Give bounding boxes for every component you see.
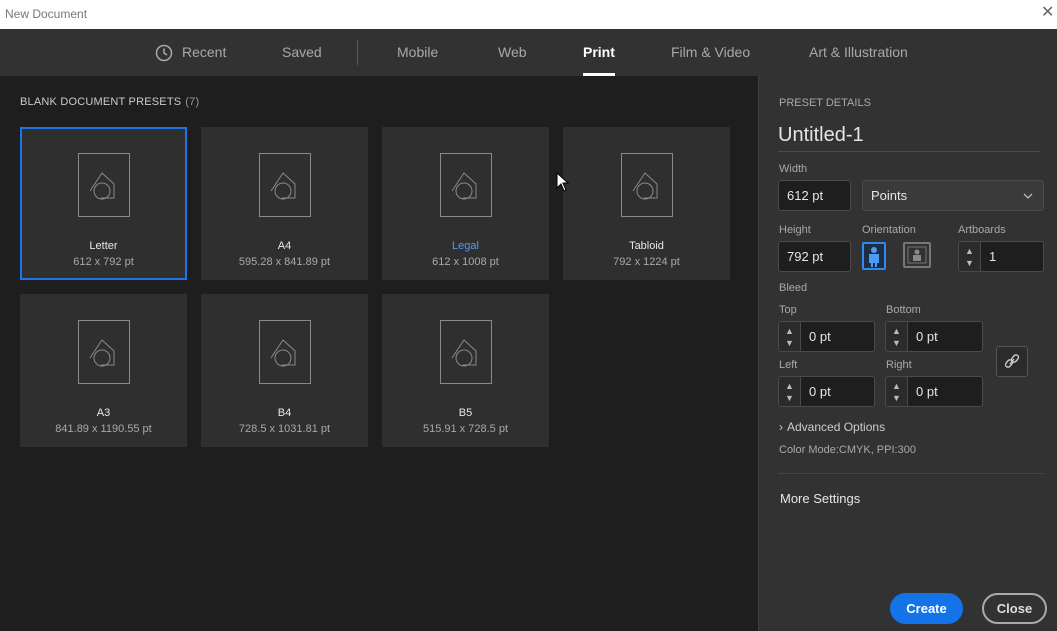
- bleed-bottom-input[interactable]: 0 pt: [907, 321, 983, 352]
- tab-saved[interactable]: Saved: [282, 29, 322, 76]
- preset-card-b5[interactable]: B5 515.91 x 728.5 pt: [382, 294, 549, 447]
- artboards-label: Artboards: [958, 224, 1006, 236]
- preset-name: A4: [277, 240, 292, 252]
- preset-dims: 612 x 1008 pt: [432, 256, 499, 268]
- details-heading: PRESET DETAILS: [779, 97, 871, 109]
- width-label: Width: [779, 163, 808, 175]
- landscape-icon: [907, 246, 927, 264]
- bleed-left-input[interactable]: 0 pt: [800, 376, 875, 407]
- preset-name: B4: [277, 407, 292, 419]
- document-name-input[interactable]: Untitled-1: [778, 124, 1040, 152]
- tab-recent-label: Recent: [182, 44, 227, 60]
- preset-card-letter[interactable]: Letter 612 x 792 pt: [20, 127, 187, 280]
- tab-recent[interactable]: Recent: [155, 29, 226, 76]
- more-settings-link[interactable]: More Settings: [780, 491, 860, 506]
- height-input[interactable]: 792 pt: [778, 241, 851, 272]
- orientation-label: Orientation: [862, 224, 916, 236]
- preset-card-b4[interactable]: B4 728.5 x 1031.81 pt: [201, 294, 368, 447]
- chevron-down-icon: [1023, 193, 1033, 199]
- tab-web[interactable]: Web: [498, 29, 527, 76]
- preset-name: B5: [458, 407, 473, 419]
- chevron-right-icon: ›: [779, 420, 783, 434]
- presets-heading: BLANK DOCUMENT PRESETS (7): [20, 96, 199, 108]
- width-input[interactable]: 612 pt: [778, 180, 851, 211]
- divider: [778, 473, 1044, 474]
- tab-mobile[interactable]: Mobile: [397, 29, 438, 76]
- presets-count: (7): [185, 96, 200, 108]
- advanced-options-toggle[interactable]: › Advanced Options: [779, 420, 885, 434]
- orientation-landscape-button[interactable]: [903, 242, 931, 268]
- preset-card-tabloid[interactable]: Tabloid 792 x 1224 pt: [563, 127, 730, 280]
- preset-dims: 792 x 1224 pt: [613, 256, 680, 268]
- preset-dims: 595.28 x 841.89 pt: [238, 256, 331, 268]
- document-icon: [78, 320, 130, 384]
- preset-name: A3: [96, 407, 111, 419]
- bleed-top-input[interactable]: 0 pt: [800, 321, 875, 352]
- title-bar: New Document ✕: [0, 0, 1057, 29]
- preset-name: Legal: [452, 240, 479, 252]
- create-button[interactable]: Create: [890, 593, 963, 624]
- document-icon: [440, 153, 492, 217]
- clock-icon: [155, 44, 173, 62]
- bleed-left-stepper[interactable]: ▲ ▼: [778, 376, 800, 407]
- presets-area: BLANK DOCUMENT PRESETS (7) Letter 612 x 7…: [0, 76, 758, 631]
- bleed-top-stepper[interactable]: ▲ ▼: [778, 321, 800, 352]
- preset-card-a4[interactable]: A4 595.28 x 841.89 pt: [201, 127, 368, 280]
- tab-art-illustration[interactable]: Art & Illustration: [809, 29, 908, 76]
- color-mode-info: Color Mode:CMYK, PPI:300: [779, 444, 916, 456]
- bleed-bottom-label: Bottom: [886, 304, 921, 316]
- preset-card-a3[interactable]: A3 841.89 x 1190.55 pt: [20, 294, 187, 447]
- preset-dims: 728.5 x 1031.81 pt: [238, 423, 331, 435]
- tab-film-video[interactable]: Film & Video: [671, 29, 750, 76]
- tab-print[interactable]: Print: [583, 29, 615, 76]
- bleed-left-label: Left: [779, 359, 798, 371]
- bleed-bottom-stepper[interactable]: ▲ ▼: [885, 321, 907, 352]
- document-icon: [440, 320, 492, 384]
- advanced-options-label: Advanced Options: [787, 420, 886, 434]
- close-icon[interactable]: ✕: [1041, 3, 1057, 23]
- preset-name: Tabloid: [629, 240, 664, 252]
- document-icon: [259, 153, 311, 217]
- units-value: Points: [871, 188, 908, 203]
- units-select[interactable]: Points: [862, 180, 1044, 211]
- presets-heading-label: BLANK DOCUMENT PRESETS: [20, 96, 182, 108]
- tab-bar: Recent Saved Mobile Web Print Film & Vid…: [0, 29, 1057, 76]
- link-bleed-button[interactable]: [996, 346, 1028, 377]
- close-button[interactable]: Close: [982, 593, 1047, 624]
- tab-divider: [357, 40, 358, 65]
- preset-dims: 515.91 x 728.5 pt: [422, 423, 508, 435]
- portrait-icon: [869, 247, 879, 267]
- mouse-cursor-icon: [556, 172, 570, 192]
- preset-details-panel: PRESET DETAILS Untitled-1 Width 612 pt P…: [758, 76, 1057, 631]
- orientation-portrait-button[interactable]: [862, 242, 886, 270]
- preset-dims: 841.89 x 1190.55 pt: [55, 423, 152, 435]
- document-icon: [621, 153, 673, 217]
- document-icon: [259, 320, 311, 384]
- artboards-stepper[interactable]: ▲ ▼: [958, 241, 980, 272]
- preset-dims: 612 x 792 pt: [73, 256, 134, 268]
- artboards-input[interactable]: 1: [980, 241, 1044, 272]
- bleed-right-stepper[interactable]: ▲ ▼: [885, 376, 907, 407]
- bleed-top-label: Top: [779, 304, 797, 316]
- preset-name: Letter: [89, 240, 118, 252]
- link-icon: [1004, 354, 1020, 368]
- bleed-label: Bleed: [779, 282, 808, 294]
- window-title: New Document: [5, 7, 88, 21]
- preset-card-legal[interactable]: Legal 612 x 1008 pt: [382, 127, 549, 280]
- height-label: Height: [779, 224, 811, 236]
- document-icon: [78, 153, 130, 217]
- bleed-right-label: Right: [886, 359, 912, 371]
- bleed-right-input[interactable]: 0 pt: [907, 376, 983, 407]
